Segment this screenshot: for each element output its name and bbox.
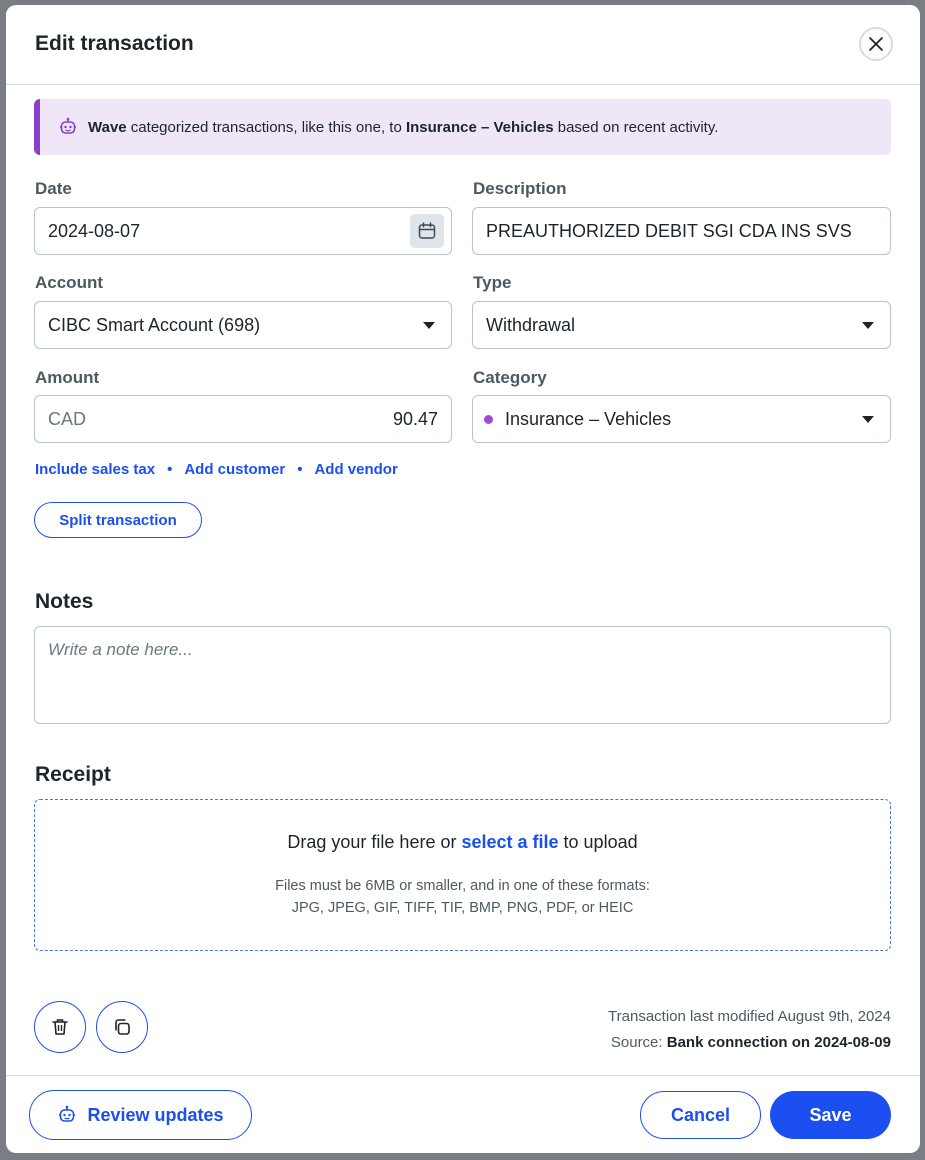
banner-text-before: categorized transactions, like this one,… — [126, 118, 406, 136]
split-transaction-button[interactable]: Split transaction — [34, 502, 202, 538]
description-label: Description — [473, 179, 567, 198]
date-value: 2024-08-07 — [48, 220, 141, 241]
calendar-button[interactable] — [410, 214, 444, 248]
file-requirements-line2: JPG, JPEG, GIF, TIFF, TIF, BMP, PNG, PDF… — [291, 900, 634, 916]
category-value: Insurance – Vehicles — [505, 408, 672, 429]
account-label: Account — [35, 273, 103, 292]
link-separator: • — [297, 461, 303, 478]
save-button[interactable]: Save — [770, 1091, 891, 1139]
category-color-dot — [484, 414, 493, 424]
dropdown-arrow-icon — [423, 321, 435, 329]
file-requirements-line1: Files must be 6MB or smaller, and in one… — [275, 878, 650, 894]
dialog-title: Edit transaction — [35, 32, 194, 55]
notes-title: Notes — [35, 590, 94, 613]
dropzone-prefix: Drag your file here or — [287, 832, 462, 852]
calendar-icon — [418, 222, 436, 239]
source-label: Source: — [610, 1034, 667, 1051]
review-updates-button[interactable]: Review updates — [29, 1090, 252, 1140]
copy-icon — [115, 1019, 130, 1035]
review-updates-label: Review updates — [87, 1104, 224, 1125]
receipt-dropzone[interactable]: Drag your file here or select a file to … — [34, 799, 891, 951]
receipt-title: Receipt — [35, 763, 111, 786]
account-value: CIBC Smart Account (698) — [48, 314, 261, 335]
dialog-footer: Review updates Cancel Save — [6, 1075, 920, 1153]
auto-categorize-banner: Wave categorized transactions, like this… — [34, 99, 891, 155]
add-customer-link[interactable]: Add customer — [184, 461, 285, 478]
banner-text-after: based on recent activity. — [553, 118, 719, 136]
type-select[interactable]: Withdrawal — [472, 301, 891, 349]
select-file-link[interactable]: select a file — [461, 832, 558, 852]
edit-transaction-dialog: Edit transaction Wave categorized transa… — [6, 5, 920, 1153]
file-requirements: Files must be 6MB or smaller, and in one… — [35, 875, 890, 919]
source-value: Bank connection on 2024-08-09 — [666, 1034, 891, 1051]
dropzone-instructions: Drag your file here or select a file to … — [35, 832, 890, 853]
robot-icon — [57, 1105, 77, 1125]
dropdown-arrow-icon — [862, 415, 874, 423]
date-field[interactable]: 2024-08-07 — [34, 207, 452, 255]
source-text: Source: Bank connection on 2024-08-09 — [608, 1030, 891, 1056]
include-sales-tax-link[interactable]: Include sales tax — [35, 461, 155, 478]
robot-icon — [58, 117, 78, 137]
close-icon — [869, 37, 883, 51]
add-vendor-link[interactable]: Add vendor — [314, 461, 397, 478]
notes-textarea[interactable]: Write a note here... — [34, 626, 891, 724]
amount-field[interactable]: CAD 90.47 — [34, 395, 452, 443]
transaction-meta: Transaction last modified August 9th, 20… — [608, 1004, 891, 1056]
amount-value: 90.47 — [392, 408, 438, 429]
description-field[interactable]: PREAUTHORIZED DEBIT SGI CDA INS SVS — [472, 207, 891, 255]
delete-button[interactable] — [34, 1001, 86, 1053]
date-label: Date — [35, 179, 72, 198]
account-select[interactable]: CIBC Smart Account (698) — [34, 301, 452, 349]
banner-brand: Wave — [88, 118, 127, 136]
close-button[interactable] — [859, 27, 893, 61]
banner-text: Wave categorized transactions, like this… — [88, 119, 718, 136]
link-separator: • — [167, 461, 173, 478]
dropdown-arrow-icon — [862, 321, 874, 329]
banner-category: Insurance – Vehicles — [405, 118, 554, 136]
category-select[interactable]: Insurance – Vehicles — [472, 395, 891, 443]
trash-icon — [52, 1019, 68, 1035]
type-value: Withdrawal — [486, 314, 576, 335]
amount-label: Amount — [35, 368, 100, 387]
transaction-links: Include sales tax • Add customer • Add v… — [35, 461, 398, 478]
dropzone-suffix: to upload — [558, 832, 638, 852]
dialog-header: Edit transaction — [6, 5, 920, 85]
last-modified-text: Transaction last modified August 9th, 20… — [608, 1008, 891, 1025]
cancel-button[interactable]: Cancel — [640, 1091, 761, 1139]
description-value: PREAUTHORIZED DEBIT SGI CDA INS SVS — [486, 220, 852, 241]
duplicate-button[interactable] — [96, 1001, 148, 1053]
category-label: Category — [473, 368, 547, 387]
type-label: Type — [473, 273, 512, 292]
amount-currency: CAD — [48, 408, 87, 429]
